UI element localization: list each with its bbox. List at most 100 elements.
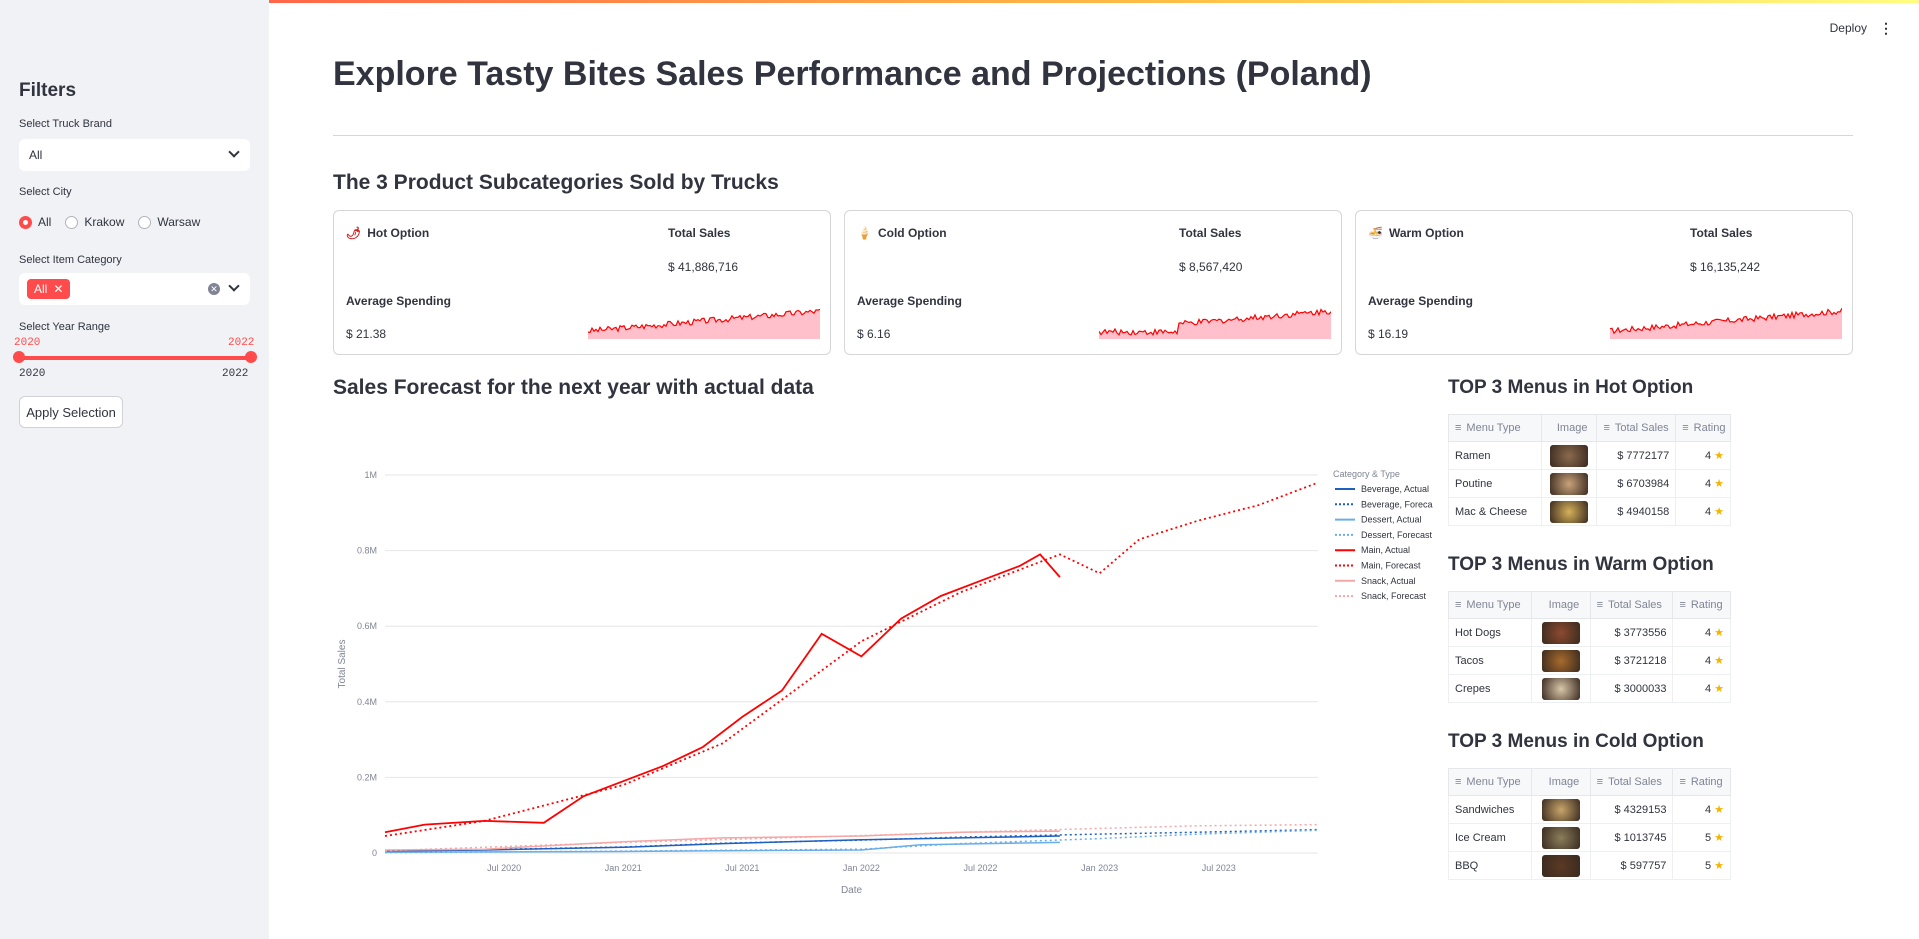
food-thumbnail bbox=[1541, 649, 1580, 672]
legend-item[interactable]: Dessert, Actual bbox=[1361, 515, 1422, 525]
y-tick-label: 0.6M bbox=[357, 621, 377, 631]
deploy-button[interactable]: Deploy bbox=[1830, 21, 1867, 35]
avg-spending-label: Average Spending bbox=[1368, 294, 1473, 308]
year-range-track[interactable] bbox=[19, 356, 250, 360]
rating-cell: 4 ★ bbox=[1672, 618, 1731, 647]
warm-table-title: TOP 3 Menus in Warm Option bbox=[1448, 554, 1714, 575]
item-category-multiselect[interactable]: All ✕ ✕ bbox=[19, 273, 250, 305]
column-header-label: Menu Type bbox=[1466, 776, 1521, 788]
table-row[interactable]: Crepes $ 3000033 4 ★ bbox=[1447, 674, 1731, 703]
column-header-label: Image bbox=[1548, 776, 1580, 788]
total-sales-value: $ 16,135,242 bbox=[1690, 260, 1761, 274]
truck-brand-value: All bbox=[29, 148, 43, 162]
food-thumbnail bbox=[1550, 500, 1589, 523]
rating-value: 5 bbox=[1704, 832, 1712, 844]
column-type-icon: ≡ bbox=[1455, 599, 1462, 611]
column-header[interactable]: ≡ Total Sales bbox=[1589, 591, 1674, 619]
apply-selection-button[interactable]: Apply Selection bbox=[19, 396, 123, 428]
column-header[interactable]: ≡ Menu Type bbox=[1448, 414, 1542, 442]
image-cell bbox=[1531, 823, 1591, 852]
menu-type-cell: Ramen bbox=[1448, 441, 1542, 470]
legend-item[interactable]: Main, Forecast bbox=[1361, 561, 1421, 571]
subcategories-title: The 3 Product Subcategories Sold by Truc… bbox=[333, 171, 779, 194]
column-header[interactable]: ≡ Total Sales bbox=[1589, 768, 1674, 796]
rating-value: 4 bbox=[1704, 627, 1712, 639]
clear-icon[interactable]: ✕ bbox=[208, 283, 220, 295]
divider bbox=[333, 135, 1853, 136]
legend-item[interactable]: Dessert, Forecast bbox=[1361, 530, 1433, 540]
table-row[interactable]: Ice Cream $ 1013745 5 ★ bbox=[1447, 823, 1731, 852]
column-header-label: Rating bbox=[1690, 776, 1723, 788]
column-header-label: Total Sales bbox=[1608, 599, 1662, 611]
year-low-handle[interactable] bbox=[13, 351, 25, 363]
table-row[interactable]: Sandwiches $ 4329153 4 ★ bbox=[1447, 795, 1731, 824]
y-tick-label: 0 bbox=[372, 848, 377, 858]
menu-type-cell: Poutine bbox=[1448, 469, 1542, 498]
cold-option-card: 🍦 Cold Option Total Sales $ 8,567,420 Ave… bbox=[844, 210, 1342, 355]
tag-remove-icon[interactable]: ✕ bbox=[53, 282, 63, 296]
image-cell bbox=[1540, 469, 1598, 498]
card-name: Warm Option bbox=[1388, 226, 1464, 240]
city-radio-group: All Krakow Warsaw bbox=[19, 215, 200, 229]
avg-spending-value: $ 16.19 bbox=[1368, 327, 1409, 341]
image-cell bbox=[1531, 851, 1591, 880]
column-header[interactable]: Image bbox=[1531, 768, 1591, 796]
column-header[interactable]: Image bbox=[1531, 591, 1591, 619]
rating-value: 4 bbox=[1704, 478, 1712, 490]
legend-item[interactable]: Snack, Forecast bbox=[1361, 591, 1427, 601]
table-row[interactable]: BBQ $ 597757 5 ★ bbox=[1447, 851, 1731, 880]
table-row[interactable]: Poutine $ 6703984 4 ★ bbox=[1448, 469, 1731, 498]
rating-value: 4 bbox=[1704, 506, 1712, 518]
city-radio-all[interactable]: All bbox=[19, 215, 51, 229]
truck-brand-label: Select Truck Brand bbox=[19, 118, 112, 130]
series-line-main-actual[interactable] bbox=[384, 553, 1061, 834]
table-row[interactable]: Hot Dogs $ 3773556 4 ★ bbox=[1447, 618, 1731, 647]
legend-item[interactable]: Snack, Actual bbox=[1361, 576, 1416, 586]
card-name: Hot Option bbox=[367, 226, 430, 240]
column-header[interactable]: ≡ Rating bbox=[1672, 768, 1731, 796]
truck-brand-select[interactable]: All bbox=[19, 139, 250, 171]
food-thumbnail bbox=[1541, 798, 1580, 821]
forecast-line-chart[interactable]: 0 0.2M 0.4M 0.6M 0.8M 1M Jul 2020 Jan 2021 Jul 2… bbox=[333, 440, 1433, 920]
legend-item[interactable]: Beverage, Forecast bbox=[1361, 499, 1433, 509]
column-header[interactable]: Image bbox=[1540, 414, 1598, 442]
rating-value: 4 bbox=[1704, 450, 1712, 462]
kebab-menu-icon[interactable]: ⋮ bbox=[1879, 20, 1893, 37]
warm-menus-table: ≡ Menu Type Image ≡ Total Sales ≡ Rating Hot Do… bbox=[1447, 591, 1731, 703]
radio-icon bbox=[138, 215, 152, 229]
series-line-main-forecast[interactable] bbox=[384, 481, 1319, 837]
total-sales-label: Total Sales bbox=[1179, 226, 1242, 240]
radio-icon bbox=[65, 215, 79, 229]
star-icon: ★ bbox=[1714, 860, 1724, 872]
food-thumbnail bbox=[1541, 677, 1580, 700]
table-row[interactable]: Ramen $ 7772177 4 ★ bbox=[1448, 441, 1731, 470]
image-cell bbox=[1540, 441, 1598, 470]
sparkline bbox=[1099, 308, 1331, 339]
table-row[interactable]: Mac & Cheese $ 4940158 4 ★ bbox=[1448, 497, 1731, 526]
legend-item[interactable]: Main, Actual bbox=[1361, 545, 1410, 555]
total-sales-cell: $ 1013745 bbox=[1589, 823, 1674, 852]
rating-value: 5 bbox=[1704, 860, 1712, 872]
city-radio-warsaw[interactable]: Warsaw bbox=[138, 215, 200, 229]
menu-type-cell: Hot Dogs bbox=[1447, 618, 1533, 647]
total-sales-cell: $ 4329153 bbox=[1589, 795, 1674, 824]
rating-cell: 5 ★ bbox=[1672, 851, 1731, 880]
column-header[interactable]: ≡ Rating bbox=[1675, 414, 1731, 442]
avg-spending-value: $ 21.38 bbox=[346, 327, 387, 341]
chili-pepper-icon: 🌶 bbox=[346, 226, 362, 240]
column-header[interactable]: ≡ Rating bbox=[1672, 591, 1731, 619]
column-header[interactable]: ≡ Menu Type bbox=[1447, 768, 1533, 796]
x-tick-label: Jul 2023 bbox=[1202, 863, 1236, 873]
legend-item[interactable]: Beverage, Actual bbox=[1361, 484, 1429, 494]
city-radio-krakow[interactable]: Krakow bbox=[65, 215, 124, 229]
year-high-handle[interactable] bbox=[245, 351, 257, 363]
image-cell bbox=[1531, 674, 1591, 703]
column-header-label: Menu Type bbox=[1466, 599, 1521, 611]
category-tag[interactable]: All ✕ bbox=[27, 279, 71, 299]
column-header[interactable]: ≡ Total Sales bbox=[1596, 414, 1677, 442]
total-sales-cell: $ 597757 bbox=[1589, 851, 1674, 880]
hot-option-card: 🌶 Hot Option Total Sales $ 41,886,716 Ave… bbox=[333, 210, 831, 355]
column-header[interactable]: ≡ Menu Type bbox=[1447, 591, 1533, 619]
table-row[interactable]: Tacos $ 3721218 4 ★ bbox=[1447, 646, 1731, 675]
total-sales-cell: $ 3721218 bbox=[1589, 646, 1674, 675]
